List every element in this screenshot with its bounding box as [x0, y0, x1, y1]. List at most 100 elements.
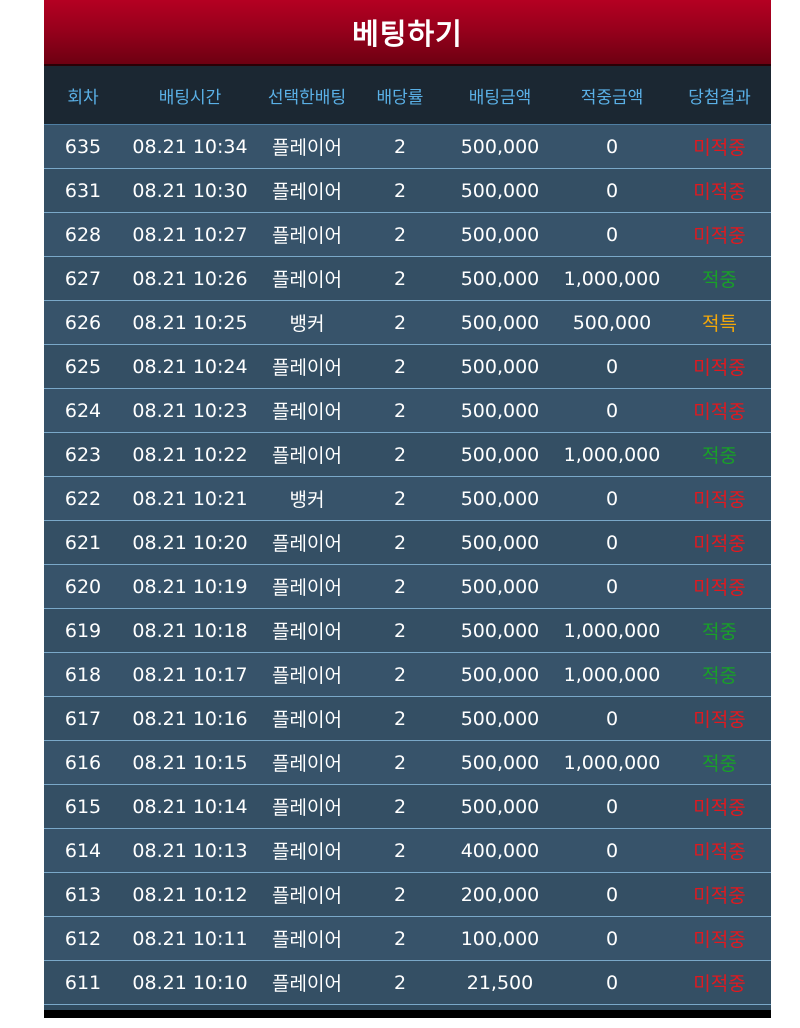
cell-win-amount: 0: [605, 575, 619, 598]
cell-round: 611: [64, 971, 102, 994]
table-row: 624 08.21 10:23 플레이어 2 500,000 0 미적중: [44, 389, 771, 433]
cell-win-amount: 0: [605, 795, 619, 818]
cell-time: 08.21 10:27: [132, 223, 248, 246]
cell-bet-amount: 500,000: [460, 795, 540, 818]
column-header-time: 배팅시간: [158, 87, 222, 108]
cell-odds: 2: [393, 839, 407, 862]
cell-odds: 2: [393, 531, 407, 554]
cell-pick: 뱅커: [289, 313, 325, 335]
cell-bet-amount: 500,000: [460, 355, 540, 378]
table-row: 620 08.21 10:19 플레이어 2 500,000 0 미적중: [44, 565, 771, 609]
cell-time: 08.21 10:30: [132, 179, 248, 202]
cell-round: 612: [64, 927, 102, 950]
cell-round: 615: [64, 795, 102, 818]
page-title: 베팅하기: [352, 17, 463, 51]
cell-bet-amount: 400,000: [460, 839, 540, 862]
cell-pick: 플레이어: [272, 577, 342, 599]
cell-win-amount: 1,000,000: [563, 619, 661, 642]
cell-time: 08.21 10:23: [132, 399, 248, 422]
cell-time: 08.21 10:34: [132, 135, 248, 158]
cell-round: 613: [64, 883, 102, 906]
cell-pick: 플레이어: [272, 225, 342, 247]
cell-bet-amount: 200,000: [460, 883, 540, 906]
cell-time: 08.21 10:19: [132, 575, 248, 598]
table-row: 621 08.21 10:20 플레이어 2 500,000 0 미적중: [44, 521, 771, 565]
cell-result: 미적중: [693, 225, 746, 247]
cell-win-amount: 0: [605, 707, 619, 730]
table-row: 628 08.21 10:27 플레이어 2 500,000 0 미적중: [44, 213, 771, 257]
cell-time: 08.21 10:21: [132, 487, 248, 510]
cell-win-amount: 0: [605, 487, 619, 510]
cell-bet-amount: 500,000: [460, 531, 540, 554]
cell-win-amount: 0: [605, 399, 619, 422]
cell-odds: 2: [393, 795, 407, 818]
cell-pick: 플레이어: [272, 753, 342, 775]
table-row: 619 08.21 10:18 플레이어 2 500,000 1,000,000 적중: [44, 609, 771, 653]
table-row: 635 08.21 10:34 플레이어 2 500,000 0 미적중: [44, 125, 771, 169]
cell-odds: 2: [393, 179, 407, 202]
cell-round: 614: [64, 839, 102, 862]
cell-pick: 플레이어: [272, 269, 342, 291]
cell-bet-amount: 500,000: [460, 399, 540, 422]
cell-odds: 2: [393, 487, 407, 510]
table-row: 627 08.21 10:26 플레이어 2 500,000 1,000,000 적중: [44, 257, 771, 301]
cell-bet-amount: 500,000: [460, 575, 540, 598]
cell-result: 적중: [702, 445, 737, 467]
table-row: 612 08.21 10:11 플레이어 2 100,000 0 미적중: [44, 917, 771, 961]
cell-round: 631: [64, 179, 102, 202]
cell-odds: 2: [393, 267, 407, 290]
column-header-result: 당첨결과: [688, 87, 751, 108]
cell-bet-amount: 500,000: [460, 267, 540, 290]
cell-win-amount: 0: [605, 179, 619, 202]
cell-bet-amount: 500,000: [460, 487, 540, 510]
cell-pick: 플레이어: [272, 885, 342, 907]
cell-result: 미적중: [693, 357, 746, 379]
cell-time: 08.21 10:18: [132, 619, 248, 642]
cell-result: 미적중: [693, 709, 746, 731]
title-bar: 베팅하기: [44, 0, 771, 66]
cell-result: 미적중: [693, 137, 746, 159]
cell-pick: 플레이어: [272, 709, 342, 731]
cell-time: 08.21 10:20: [132, 531, 248, 554]
cell-result: 미적중: [693, 533, 746, 555]
cell-win-amount: 1,000,000: [563, 267, 661, 290]
column-header-pick: 선택한배팅: [267, 87, 347, 108]
cell-time: 08.21 10:16: [132, 707, 248, 730]
table-row: 618 08.21 10:17 플레이어 2 500,000 1,000,000 적중: [44, 653, 771, 697]
cell-result: 미적중: [693, 181, 746, 203]
cell-round: 628: [64, 223, 102, 246]
cell-result: 미적중: [693, 577, 746, 599]
cell-result: 적중: [702, 621, 737, 643]
cell-win-amount: 1,000,000: [563, 443, 661, 466]
cell-pick: 플레이어: [272, 357, 342, 379]
cell-time: 08.21 10:10: [132, 971, 248, 994]
cell-result: 적중: [702, 665, 737, 687]
cell-pick: 플레이어: [272, 445, 342, 467]
cell-result: 미적중: [693, 797, 746, 819]
cell-round: 625: [64, 355, 102, 378]
cell-round: 620: [64, 575, 102, 598]
cell-pick: 플레이어: [272, 841, 342, 863]
cell-bet-amount: 500,000: [460, 443, 540, 466]
cell-pick: 플레이어: [272, 181, 342, 203]
cell-bet-amount: 21,500: [466, 971, 534, 994]
cell-round: 619: [64, 619, 102, 642]
table-header: 회차 배팅시간 선택한배팅 배당률 배팅금액 적중금액 당첨결과: [44, 66, 771, 125]
cell-odds: 2: [393, 311, 407, 334]
cell-win-amount: 0: [605, 135, 619, 158]
cell-result: 미적중: [693, 973, 746, 995]
cell-odds: 2: [393, 663, 407, 686]
cell-pick: 플레이어: [272, 621, 342, 643]
cell-win-amount: 0: [605, 531, 619, 554]
cell-bet-amount: 500,000: [460, 619, 540, 642]
cell-win-amount: 1,000,000: [563, 663, 661, 686]
cell-result: 미적중: [693, 401, 746, 423]
cell-result: 적중: [702, 753, 737, 775]
cell-win-amount: 0: [605, 927, 619, 950]
cell-bet-amount: 500,000: [460, 707, 540, 730]
cell-time: 08.21 10:25: [132, 311, 248, 334]
cell-result: 적중: [702, 269, 737, 291]
cell-bet-amount: 500,000: [460, 663, 540, 686]
cell-round: 627: [64, 267, 102, 290]
cell-round: 618: [64, 663, 102, 686]
